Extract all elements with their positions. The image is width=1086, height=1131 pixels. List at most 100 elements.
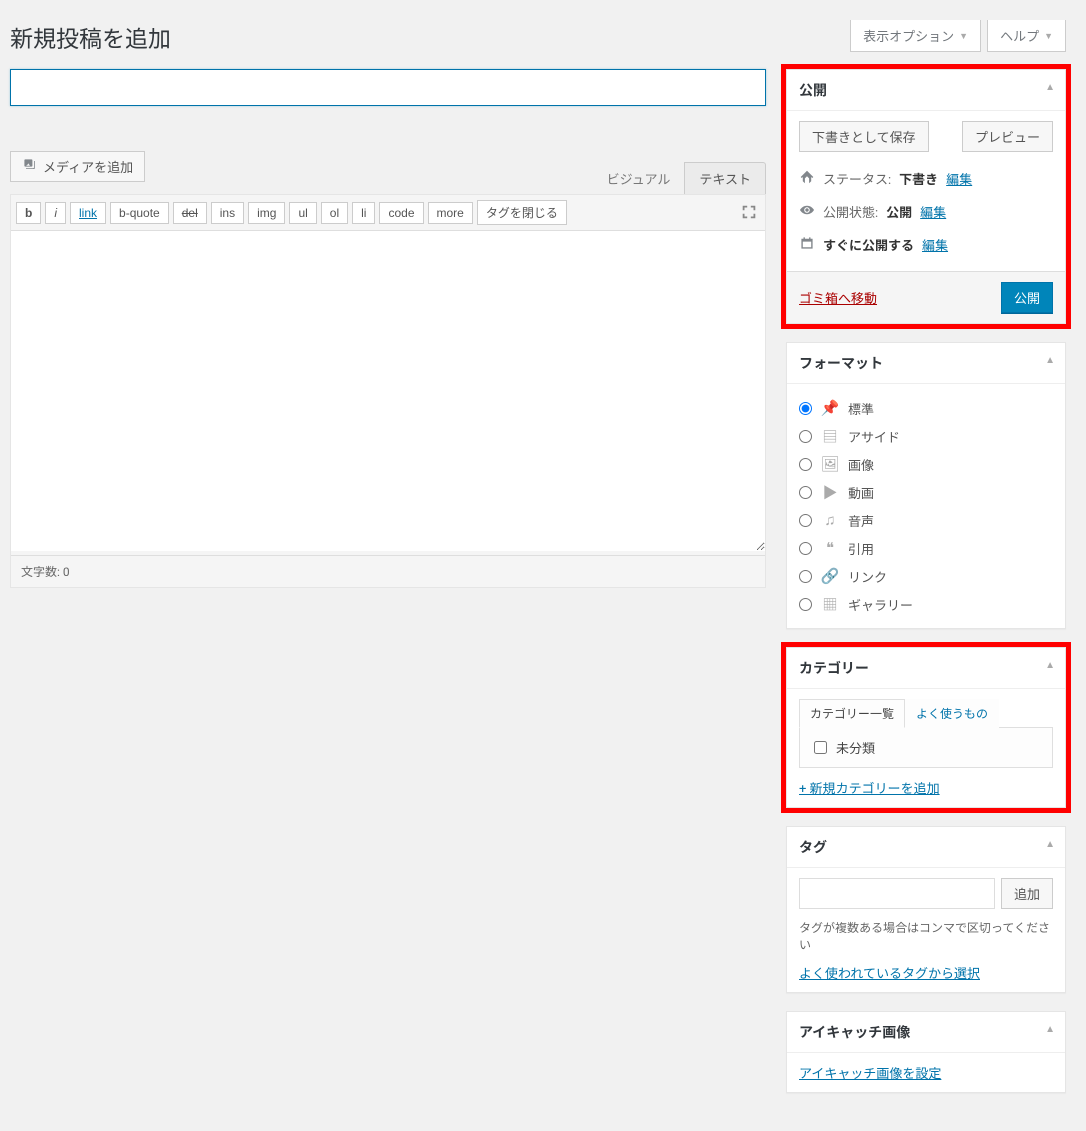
category-item-label: 未分類 — [836, 738, 875, 757]
publish-box: 公開 ▲ 下書きとして保存 プレビュー ステータス: 下書き 編集 — [786, 69, 1066, 324]
toggle-icon[interactable]: ▲ — [1045, 660, 1055, 671]
format-option[interactable]: ❝ 引用 — [799, 534, 1053, 562]
format-icon: ▤ — [820, 426, 840, 446]
popular-tags-link[interactable]: よく使われているタグから選択 — [799, 967, 980, 982]
category-item[interactable]: 未分類 — [810, 738, 1042, 757]
status-edit-link[interactable]: 編集 — [946, 169, 972, 188]
schedule-edit-link[interactable]: 編集 — [922, 235, 948, 254]
format-icon: ❝ — [820, 538, 840, 558]
calendar-icon — [799, 236, 815, 254]
add-new-category-link[interactable]: + 新規カテゴリーを追加 — [799, 782, 940, 797]
category-box: カテゴリー ▲ カテゴリー一覧 よく使うもの 未分類 + 新規カテゴリーを追加 — [786, 647, 1066, 808]
featured-image-box-title: アイキャッチ画像 ▲ — [787, 1012, 1065, 1053]
format-option[interactable]: ▦ ギャラリー — [799, 590, 1053, 618]
move-to-trash-link[interactable]: ゴミ箱へ移動 — [799, 288, 877, 307]
format-label: リンク — [848, 567, 887, 586]
format-box: フォーマット ▲ 📌 標準 ▤ アサイド 🖼 画像 ▶動画 ♫ 音声 ❝ 引用 🔗 リンク ▦ ギャラリー — [786, 342, 1066, 629]
qt-li[interactable]: li — [352, 202, 375, 224]
format-icon: ♫ — [820, 510, 840, 530]
help-button[interactable]: ヘルプ ▼ — [987, 20, 1066, 52]
format-icon: 🔗 — [820, 566, 840, 586]
format-option[interactable]: ▤ アサイド — [799, 422, 1053, 450]
toggle-icon[interactable]: ▲ — [1045, 839, 1055, 850]
help-label: ヘルプ — [1000, 26, 1039, 45]
qt-more[interactable]: more — [428, 202, 473, 224]
format-option[interactable]: 🔗 リンク — [799, 562, 1053, 590]
qt-code[interactable]: code — [379, 202, 423, 224]
category-tab-popular[interactable]: よく使うもの — [905, 699, 999, 728]
caret-down-icon: ▼ — [959, 31, 968, 41]
eye-icon — [799, 203, 815, 221]
fullscreen-icon[interactable] — [740, 203, 760, 223]
format-label: 画像 — [848, 455, 874, 474]
featured-image-box: アイキャッチ画像 ▲ アイキャッチ画像を設定 — [786, 1011, 1066, 1093]
preview-button[interactable]: プレビュー — [962, 121, 1053, 152]
pin-icon — [799, 170, 815, 188]
format-label: 引用 — [848, 539, 874, 558]
set-featured-image-link[interactable]: アイキャッチ画像を設定 — [799, 1067, 941, 1082]
qt-ol[interactable]: ol — [321, 202, 348, 224]
format-option[interactable]: 📌 標準 — [799, 394, 1053, 422]
format-label: 音声 — [848, 511, 874, 530]
format-radio[interactable] — [799, 542, 812, 555]
qt-del[interactable]: del — [173, 202, 207, 224]
qt-ul[interactable]: ul — [289, 202, 316, 224]
status-value: 下書き — [899, 169, 938, 188]
qt-bold[interactable]: b — [16, 202, 41, 224]
format-option[interactable]: ♫ 音声 — [799, 506, 1053, 534]
qt-ins[interactable]: ins — [211, 202, 244, 224]
tags-box-title: タグ ▲ — [787, 827, 1065, 868]
format-radio[interactable] — [799, 430, 812, 443]
toggle-icon[interactable]: ▲ — [1045, 355, 1055, 366]
word-count: 文字数: 0 — [11, 555, 765, 587]
format-radio[interactable] — [799, 598, 812, 611]
qt-link[interactable]: link — [70, 202, 106, 224]
format-icon: 🖼 — [820, 454, 840, 474]
category-tab-all[interactable]: カテゴリー一覧 — [799, 699, 905, 728]
format-radio[interactable] — [799, 570, 812, 583]
category-box-title: カテゴリー ▲ — [787, 648, 1065, 689]
media-icon — [22, 157, 38, 176]
qt-italic[interactable]: i — [45, 202, 66, 224]
add-media-label: メディアを追加 — [43, 157, 133, 176]
format-radio[interactable] — [799, 402, 812, 415]
format-icon: ▦ — [820, 594, 840, 614]
add-tag-button[interactable]: 追加 — [1001, 878, 1053, 909]
qt-bquote[interactable]: b-quote — [110, 202, 169, 224]
toggle-icon[interactable]: ▲ — [1045, 1024, 1055, 1035]
save-draft-button[interactable]: 下書きとして保存 — [799, 121, 929, 152]
tag-input[interactable] — [799, 878, 995, 909]
add-media-button[interactable]: メディアを追加 — [10, 151, 145, 182]
tags-box: タグ ▲ 追加 タグが複数ある場合はコンマで区切ってください よく使われているタ… — [786, 826, 1066, 993]
publish-box-title: 公開 ▲ — [787, 70, 1065, 111]
format-box-title: フォーマット ▲ — [787, 343, 1065, 384]
toggle-icon[interactable]: ▲ — [1045, 82, 1055, 93]
tab-visual[interactable]: ビジュアル — [592, 162, 685, 194]
qt-close-tags[interactable]: タグを閉じる — [477, 200, 567, 225]
format-radio[interactable] — [799, 458, 812, 471]
caret-down-icon: ▼ — [1044, 31, 1053, 41]
qt-img[interactable]: img — [248, 202, 285, 224]
publish-button[interactable]: 公開 — [1001, 282, 1053, 313]
screen-options-label: 表示オプション — [863, 26, 954, 45]
tab-text[interactable]: テキスト — [684, 162, 766, 194]
visibility-value: 公開 — [886, 202, 912, 221]
visibility-edit-link[interactable]: 編集 — [920, 202, 946, 221]
post-content-textarea[interactable] — [11, 231, 765, 551]
format-icon: 📌 — [820, 398, 840, 418]
format-option[interactable]: ▶動画 — [799, 478, 1053, 506]
format-radio[interactable] — [799, 514, 812, 527]
format-label: ギャラリー — [848, 595, 913, 614]
format-option[interactable]: 🖼 画像 — [799, 450, 1053, 478]
format-label: 標準 — [848, 399, 874, 418]
screen-options-button[interactable]: 表示オプション ▼ — [850, 20, 981, 52]
category-checkbox[interactable] — [814, 741, 827, 754]
quicktags-toolbar: b i link b-quote del ins img ul ol li co… — [11, 195, 765, 231]
format-label: アサイド — [848, 427, 900, 446]
post-title-input[interactable] — [10, 69, 766, 106]
format-radio[interactable] — [799, 486, 812, 499]
status-label: ステータス: — [823, 169, 891, 188]
visibility-label: 公開状態: — [823, 202, 878, 221]
format-icon: ▶ — [820, 482, 840, 502]
tags-hint: タグが複数ある場合はコンマで区切ってください — [799, 919, 1053, 953]
